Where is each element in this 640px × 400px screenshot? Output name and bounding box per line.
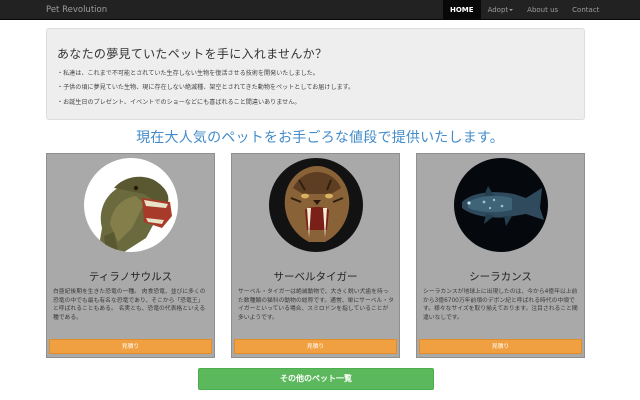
jumbotron-line: ・お誕生日のプレゼント、イベントでのショーなどにも喜ばれること間違いありません。 bbox=[57, 98, 301, 106]
estimate-button[interactable]: 見積り bbox=[419, 339, 582, 354]
nav-menu: HOME Adopt About us Contact bbox=[443, 0, 606, 20]
pet-card-title: シーラカンス bbox=[469, 271, 532, 283]
estimate-button[interactable]: 見積り bbox=[234, 339, 397, 354]
pet-card-sabertooth: サーベルタイガー サーベル・タイガーは絶滅動物で、大きく鋭い犬歯を持った数種類の… bbox=[231, 153, 400, 358]
pet-card-tyrannosaurus: ティラノサウルス 白亜紀後期を生きた恐竜の一種。 肉食恐竜、並びに多くの恐竜の中… bbox=[46, 153, 215, 358]
nav-item-about[interactable]: About us bbox=[520, 0, 565, 20]
nav-item-home[interactable]: HOME bbox=[443, 0, 481, 20]
more-pets-button[interactable]: その他のペット一覧 bbox=[198, 368, 434, 390]
pet-card-title: サーベルタイガー bbox=[273, 271, 358, 283]
estimate-button[interactable]: 見積り bbox=[49, 339, 212, 354]
jumbotron-title: あなたの夢見ていたペットを手に入れませんか？ bbox=[57, 47, 328, 61]
section-headline: 現在大人気のペットをお手ごろな値段で提供いたします。 bbox=[136, 130, 504, 146]
t-rex-image bbox=[84, 158, 178, 252]
brand-logo[interactable]: Pet Revolution bbox=[46, 0, 107, 20]
nav-item-contact[interactable]: Contact bbox=[565, 0, 606, 20]
pet-card-title: ティラノサウルス bbox=[88, 271, 173, 283]
nav-item-adopt[interactable]: Adopt bbox=[481, 0, 521, 20]
caret-down-icon bbox=[509, 9, 514, 11]
coelacanth-image bbox=[454, 158, 548, 252]
pet-card-coelacanth: シーラカンス シーラカンスが地球上に出現したのは、今から4億年以上前から3億67… bbox=[416, 153, 585, 358]
navbar: Pet Revolution HOME Adopt About us Conta… bbox=[0, 0, 640, 20]
jumbotron: あなたの夢見ていたペットを手に入れませんか？ ・私達は、これまで不可能とされてい… bbox=[46, 28, 585, 120]
pet-card-description: サーベル・タイガーは絶滅動物で、大きく鋭い犬歯を持った数種類の猫科の動物の総称で… bbox=[238, 289, 394, 321]
pet-card-description: シーラカンスが地球上に出現したのは、今から4億年以上前から3億6700万年前頃の… bbox=[423, 289, 578, 321]
pet-card-description: 白亜紀後期を生きた恐竜の一種。 肉食恐竜、並びに多くの恐竜の中でも最も有名な恐竜… bbox=[53, 289, 206, 321]
jumbotron-line: ・私達は、これまで不可能とされていた生存しない生物を復活させる技術を開発いたしま… bbox=[57, 70, 319, 77]
nav-item-adopt-label: Adopt bbox=[487, 6, 509, 14]
jumbotron-line: ・子供の頃に夢見ていた生物、現に存在しない絶滅種、架空とされてきた動物をペットと… bbox=[57, 84, 355, 92]
saber-tooth-tiger-image bbox=[269, 158, 363, 252]
